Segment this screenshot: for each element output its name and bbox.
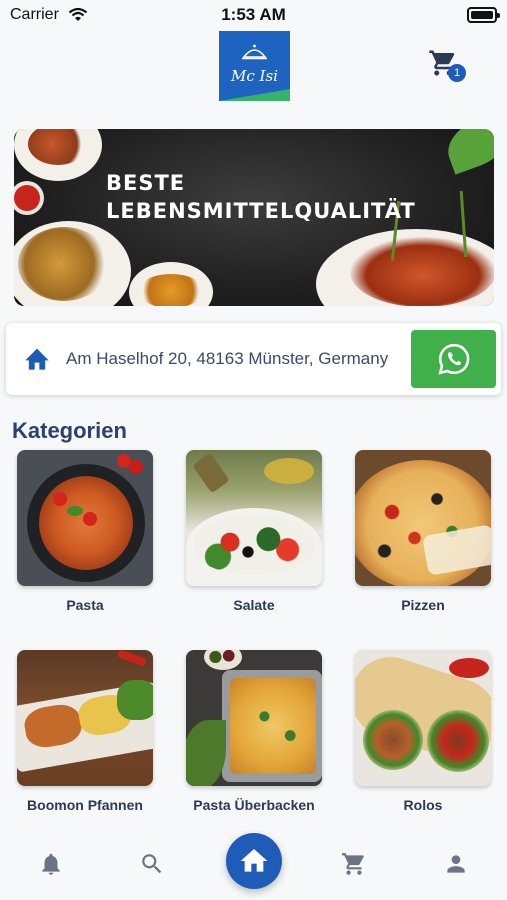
category-pasta[interactable]: Pasta [17, 450, 153, 613]
category-image [17, 450, 153, 586]
promo-banner[interactable]: BESTE LEBENSMITTELQUALITÄT [14, 129, 494, 306]
whatsapp-icon [437, 343, 469, 375]
battery-icon [467, 7, 500, 23]
category-boomon-pfannen[interactable]: Boomon Pfannen [17, 650, 153, 813]
category-label: Pasta Überbacken [193, 797, 315, 813]
category-label: Pizzen [401, 597, 445, 613]
banner-headline: BESTE LEBENSMITTELQUALITÄT [106, 169, 416, 225]
cart-badge: 1 [448, 64, 466, 82]
banner-line-1: BESTE [106, 171, 186, 195]
cloche-icon [242, 44, 267, 60]
bottom-nav [0, 825, 507, 900]
category-pizzen[interactable]: Pizzen [355, 450, 491, 613]
category-label: Salate [233, 597, 275, 613]
category-image [355, 650, 491, 786]
search-icon [142, 854, 162, 874]
address-text: Am Haselhof 20, 48163 Münster, Germany [66, 349, 389, 368]
home-icon [240, 849, 268, 872]
cart-button[interactable]: 1 [428, 48, 466, 82]
category-rolos[interactable]: Rolos [355, 650, 491, 813]
category-pasta-ueberbacken[interactable]: Pasta Überbacken [186, 650, 322, 813]
logo-text: Mc Isi [231, 67, 278, 85]
cart-icon [342, 853, 364, 875]
category-label: Pasta [66, 597, 104, 613]
user-icon [447, 855, 465, 873]
categories-title: Kategorien [12, 418, 127, 443]
nav-home[interactable] [226, 833, 282, 889]
category-image [186, 650, 322, 786]
address-card[interactable]: Am Haselhof 20, 48163 Münster, Germany [6, 323, 501, 395]
banner-line-2: LEBENSMITTELQUALITÄT [106, 199, 416, 223]
nav-search[interactable] [139, 851, 165, 877]
category-label: Boomon Pfannen [27, 797, 143, 813]
status-bar: Carrier 1:53 AM [0, 0, 507, 30]
nav-cart[interactable] [341, 851, 367, 877]
category-image [17, 650, 153, 786]
category-image [186, 450, 322, 586]
nav-notifications[interactable] [38, 851, 64, 877]
home-icon [25, 348, 49, 370]
whatsapp-button[interactable] [411, 330, 496, 388]
nav-profile[interactable] [443, 851, 469, 877]
app-logo: Mc Isi [219, 31, 290, 101]
bell-icon [42, 853, 60, 875]
category-image [355, 450, 491, 586]
category-label: Rolos [403, 797, 443, 813]
clock: 1:53 AM [221, 5, 286, 24]
category-salate[interactable]: Salate [186, 450, 322, 613]
